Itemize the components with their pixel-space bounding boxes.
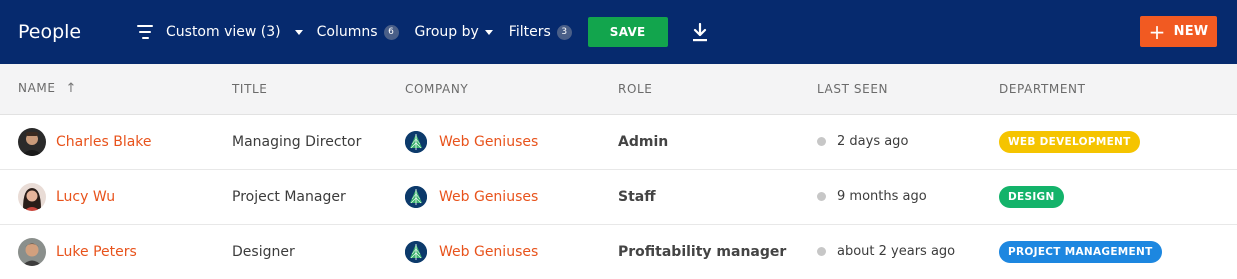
company-cell: Web Geniuses xyxy=(405,240,618,263)
group-by-label: Group by xyxy=(414,24,479,40)
chevron-down-icon xyxy=(484,29,493,35)
new-button[interactable]: + NEW xyxy=(1140,16,1217,47)
column-header-name[interactable]: NAME ↑ xyxy=(0,64,232,115)
avatar xyxy=(18,182,46,211)
last-seen-cell: about 2 years ago xyxy=(817,244,999,259)
filters-button[interactable]: Filters 3 xyxy=(509,24,572,40)
person-name-link[interactable]: Luke Peters xyxy=(56,244,137,260)
company-cell: Web Geniuses xyxy=(405,185,618,208)
department-badge: PROJECT MANAGEMENT xyxy=(999,240,1162,263)
top-bar: People Custom view (3) Columns 6 Group b… xyxy=(0,0,1237,64)
title-cell: Project Manager xyxy=(232,169,405,225)
company-cell: Web Geniuses xyxy=(405,130,618,153)
avatar xyxy=(18,127,46,156)
department-badge: WEB DEVELOPMENT xyxy=(999,130,1140,153)
column-header-last-seen[interactable]: LAST SEEN xyxy=(817,64,999,115)
company-logo-icon xyxy=(405,185,427,208)
save-button[interactable]: SAVE xyxy=(587,17,668,47)
plus-icon: + xyxy=(1148,19,1166,44)
column-header-title[interactable]: TITLE xyxy=(232,64,405,115)
title-cell: Managing Director xyxy=(232,114,405,170)
last-seen-text: about 2 years ago xyxy=(837,244,956,259)
download-icon[interactable] xyxy=(690,22,710,42)
column-header-company[interactable]: COMPANY xyxy=(405,64,618,115)
title-cell: Designer xyxy=(232,224,405,279)
department-badge: DESIGN xyxy=(999,185,1064,208)
sort-ascending-icon: ↑ xyxy=(65,81,78,97)
view-list-icon xyxy=(136,25,154,39)
table-row[interactable]: Luke Peters Designer Web Geniuses Profit… xyxy=(0,224,1237,279)
status-dot-icon xyxy=(817,247,826,256)
columns-count-badge: 6 xyxy=(383,24,399,40)
person-cell: Luke Peters xyxy=(18,237,232,266)
person-name-link[interactable]: Lucy Wu xyxy=(56,189,115,205)
columns-label: Columns xyxy=(316,24,378,40)
custom-view-label: Custom view (3) xyxy=(166,24,281,40)
status-dot-icon xyxy=(817,137,826,146)
chevron-down-icon xyxy=(294,29,303,35)
company-logo-icon xyxy=(405,240,427,263)
new-button-label: NEW xyxy=(1173,24,1209,39)
last-seen-cell: 9 months ago xyxy=(817,189,999,204)
toolbar: Custom view (3) Columns 6 Group by Filte… xyxy=(118,17,710,47)
person-cell: Lucy Wu xyxy=(18,182,232,211)
column-header-role[interactable]: ROLE xyxy=(618,64,817,115)
status-dot-icon xyxy=(817,192,826,201)
group-by-dropdown[interactable]: Group by xyxy=(415,24,493,40)
last-seen-text: 2 days ago xyxy=(837,134,909,149)
person-cell: Charles Blake xyxy=(18,127,232,156)
role-cell: Staff xyxy=(618,169,817,225)
column-header-department[interactable]: DEPARTMENT xyxy=(999,64,1237,115)
avatar xyxy=(18,237,46,266)
company-name-link[interactable]: Web Geniuses xyxy=(439,244,538,260)
people-table: NAME ↑ TITLE COMPANY ROLE LAST SEEN DEPAR… xyxy=(0,64,1237,279)
filters-count-badge: 3 xyxy=(556,24,572,40)
table-row[interactable]: Lucy Wu Project Manager Web Geniuses Sta… xyxy=(0,169,1237,225)
role-cell: Profitability manager xyxy=(618,224,817,279)
company-name-link[interactable]: Web Geniuses xyxy=(439,134,538,150)
person-name-link[interactable]: Charles Blake xyxy=(56,134,152,150)
table-header-row: NAME ↑ TITLE COMPANY ROLE LAST SEEN DEPAR… xyxy=(0,64,1237,115)
last-seen-cell: 2 days ago xyxy=(817,134,999,149)
table-row[interactable]: Charles Blake Managing Director Web Geni… xyxy=(0,114,1237,170)
company-logo-icon xyxy=(405,130,427,153)
filters-label: Filters xyxy=(508,24,551,40)
custom-view-dropdown[interactable]: Custom view (3) xyxy=(136,24,303,40)
last-seen-text: 9 months ago xyxy=(837,189,927,204)
company-name-link[interactable]: Web Geniuses xyxy=(439,189,538,205)
columns-button[interactable]: Columns 6 xyxy=(317,24,399,40)
role-cell: Admin xyxy=(618,114,817,170)
page-title: People xyxy=(18,21,82,43)
